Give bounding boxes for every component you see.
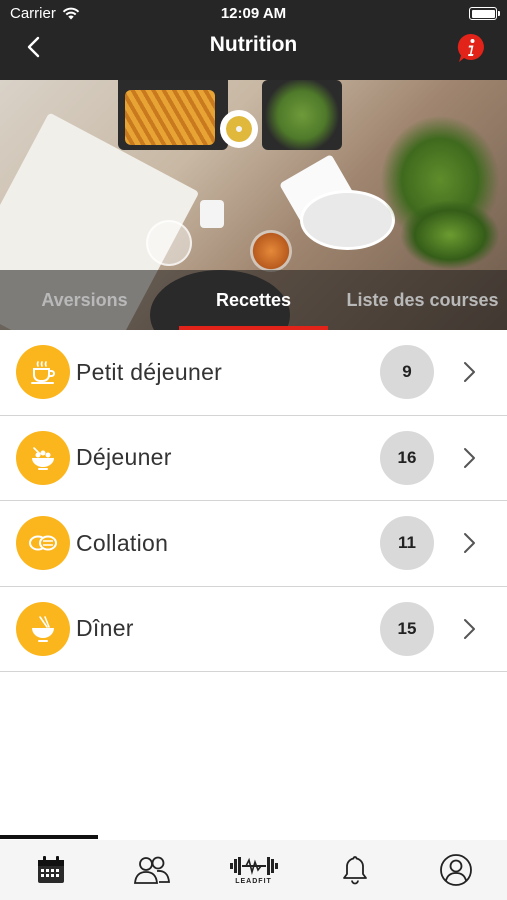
status-time: 12:09 AM <box>220 5 287 22</box>
tab-home[interactable]: LEADFIT <box>203 840 304 900</box>
coffee-cup-icon <box>16 345 70 400</box>
category-label: Collation <box>76 529 169 556</box>
noodle-bowl-icon <box>16 601 70 656</box>
hero-tabs: Aversions Recettes Liste des courses <box>0 270 507 330</box>
count-badge: 11 <box>380 516 434 571</box>
dumbbell-icon <box>229 856 278 875</box>
tab-aversions[interactable]: Aversions <box>0 270 169 330</box>
snack-icon <box>16 516 70 571</box>
category-row-diner[interactable]: Dîner 15 <box>0 587 507 672</box>
active-tab-indicator <box>0 835 98 839</box>
tab-profile[interactable] <box>406 840 507 900</box>
category-label: Dîner <box>76 615 134 642</box>
jar-image <box>250 230 292 272</box>
logo-text: LEADFIT <box>235 877 272 885</box>
plant-image <box>400 200 500 270</box>
chevron-right-icon <box>464 447 475 468</box>
bottom-tab-bar: LEADFIT <box>0 840 507 900</box>
tab-community[interactable] <box>101 840 202 900</box>
chevron-right-icon <box>464 618 475 639</box>
salad-bowl-icon <box>16 430 70 485</box>
category-row-collation[interactable]: Collation 11 <box>0 501 507 587</box>
info-icon <box>457 33 484 62</box>
info-button[interactable] <box>455 32 487 64</box>
tab-notifications[interactable] <box>304 840 405 900</box>
category-row-dejeuner[interactable]: Déjeuner 16 <box>0 416 507 501</box>
chevron-right-icon <box>464 533 475 554</box>
category-label: Petit déjeuner <box>76 358 223 385</box>
users-icon <box>134 856 171 884</box>
count-badge: 15 <box>380 601 434 656</box>
fries-image <box>125 90 215 145</box>
battery-icon <box>469 7 500 20</box>
small-cup-image <box>200 200 224 228</box>
count-badge: 9 <box>380 345 434 400</box>
sauce-bowl-image <box>220 110 258 148</box>
top-bar: Carrier 12:09 AM Nutrition <box>0 0 507 80</box>
count-badge: 16 <box>380 430 434 485</box>
chevron-right-icon <box>464 362 475 383</box>
category-label: Déjeuner <box>76 444 172 471</box>
status-bar: Carrier 12:09 AM <box>0 0 507 28</box>
tab-calendar[interactable] <box>0 840 101 900</box>
category-row-petit-dejeuner[interactable]: Petit déjeuner 9 <box>0 330 507 416</box>
profile-icon <box>440 854 473 886</box>
leadfit-logo: LEADFIT <box>229 856 279 885</box>
bell-icon <box>343 856 367 885</box>
salad-plate-image <box>262 80 342 150</box>
hero-image: Aversions Recettes Liste des courses <box>0 80 507 330</box>
category-list: Petit déjeuner 9 Déjeuner 16 Collation 1… <box>0 330 507 672</box>
page-title: Nutrition <box>209 33 298 56</box>
tab-recettes[interactable]: Recettes <box>169 270 338 330</box>
calendar-icon <box>37 856 64 883</box>
glass-image <box>146 220 192 266</box>
tab-liste-des-courses[interactable]: Liste des courses <box>338 270 507 330</box>
